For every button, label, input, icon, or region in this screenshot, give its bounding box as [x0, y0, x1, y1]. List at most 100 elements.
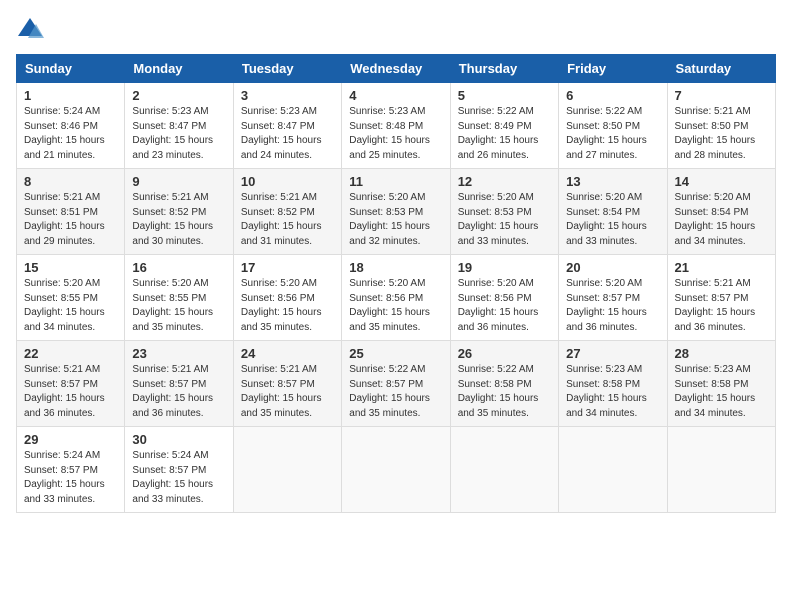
day-info: Sunrise: 5:20 AMSunset: 8:54 PMDaylight:…: [566, 191, 659, 249]
day-number: 3: [241, 88, 334, 103]
day-info: Sunrise: 5:21 AMSunset: 8:57 PMDaylight:…: [24, 363, 117, 421]
calendar-header-row: SundayMondayTuesdayWednesdayThursdayFrid…: [17, 55, 776, 83]
day-number: 5: [458, 88, 551, 103]
day-info: Sunrise: 5:20 AMSunset: 8:56 PMDaylight:…: [458, 277, 551, 335]
calendar-cell: 11 Sunrise: 5:20 AMSunset: 8:53 PMDayligh…: [342, 169, 450, 255]
day-number: 26: [458, 346, 551, 361]
day-number: 29: [24, 432, 117, 447]
day-info: Sunrise: 5:23 AMSunset: 8:47 PMDaylight:…: [132, 105, 225, 163]
day-info: Sunrise: 5:20 AMSunset: 8:57 PMDaylight:…: [566, 277, 659, 335]
logo-icon: [16, 16, 44, 44]
calendar-cell: 14 Sunrise: 5:20 AMSunset: 8:54 PMDayligh…: [667, 169, 775, 255]
calendar-cell: 16 Sunrise: 5:20 AMSunset: 8:55 PMDayligh…: [125, 255, 233, 341]
day-number: 15: [24, 260, 117, 275]
calendar-cell: 9 Sunrise: 5:21 AMSunset: 8:52 PMDaylight…: [125, 169, 233, 255]
calendar-cell: 17 Sunrise: 5:20 AMSunset: 8:56 PMDayligh…: [233, 255, 341, 341]
logo: [16, 16, 48, 44]
calendar-cell: 27 Sunrise: 5:23 AMSunset: 8:58 PMDayligh…: [559, 341, 667, 427]
day-info: Sunrise: 5:21 AMSunset: 8:51 PMDaylight:…: [24, 191, 117, 249]
calendar-cell: [450, 427, 558, 513]
day-info: Sunrise: 5:21 AMSunset: 8:57 PMDaylight:…: [675, 277, 768, 335]
day-number: 22: [24, 346, 117, 361]
day-info: Sunrise: 5:23 AMSunset: 8:58 PMDaylight:…: [675, 363, 768, 421]
day-info: Sunrise: 5:22 AMSunset: 8:49 PMDaylight:…: [458, 105, 551, 163]
day-info: Sunrise: 5:20 AMSunset: 8:56 PMDaylight:…: [349, 277, 442, 335]
day-number: 20: [566, 260, 659, 275]
calendar-week-row: 1 Sunrise: 5:24 AMSunset: 8:46 PMDaylight…: [17, 83, 776, 169]
day-number: 27: [566, 346, 659, 361]
day-number: 12: [458, 174, 551, 189]
calendar-cell: [559, 427, 667, 513]
calendar-table: SundayMondayTuesdayWednesdayThursdayFrid…: [16, 54, 776, 513]
calendar-cell: 4 Sunrise: 5:23 AMSunset: 8:48 PMDaylight…: [342, 83, 450, 169]
weekday-header-friday: Friday: [559, 55, 667, 83]
day-number: 4: [349, 88, 442, 103]
day-info: Sunrise: 5:20 AMSunset: 8:53 PMDaylight:…: [349, 191, 442, 249]
day-info: Sunrise: 5:23 AMSunset: 8:47 PMDaylight:…: [241, 105, 334, 163]
calendar-cell: 10Sunrise: 5:21 AMSunset: 8:52 PMDayligh…: [233, 169, 341, 255]
page-header: [16, 16, 776, 44]
calendar-cell: 15Sunrise: 5:20 AMSunset: 8:55 PMDayligh…: [17, 255, 125, 341]
day-info: Sunrise: 5:20 AMSunset: 8:56 PMDaylight:…: [241, 277, 334, 335]
calendar-week-row: 8 Sunrise: 5:21 AMSunset: 8:51 PMDaylight…: [17, 169, 776, 255]
day-info: Sunrise: 5:20 AMSunset: 8:54 PMDaylight:…: [675, 191, 768, 249]
day-number: 21: [675, 260, 768, 275]
day-info: Sunrise: 5:21 AMSunset: 8:50 PMDaylight:…: [675, 105, 768, 163]
calendar-cell: 25Sunrise: 5:22 AMSunset: 8:57 PMDayligh…: [342, 341, 450, 427]
calendar-cell: [667, 427, 775, 513]
weekday-header-saturday: Saturday: [667, 55, 775, 83]
day-number: 25: [349, 346, 442, 361]
calendar-cell: 6 Sunrise: 5:22 AMSunset: 8:50 PMDaylight…: [559, 83, 667, 169]
calendar-cell: 3 Sunrise: 5:23 AMSunset: 8:47 PMDaylight…: [233, 83, 341, 169]
calendar-cell: 7 Sunrise: 5:21 AMSunset: 8:50 PMDaylight…: [667, 83, 775, 169]
calendar-cell: 8 Sunrise: 5:21 AMSunset: 8:51 PMDaylight…: [17, 169, 125, 255]
day-info: Sunrise: 5:20 AMSunset: 8:55 PMDaylight:…: [132, 277, 225, 335]
weekday-header-sunday: Sunday: [17, 55, 125, 83]
calendar-cell: 13 Sunrise: 5:20 AMSunset: 8:54 PMDayligh…: [559, 169, 667, 255]
calendar-cell: [342, 427, 450, 513]
day-info: Sunrise: 5:20 AMSunset: 8:53 PMDaylight:…: [458, 191, 551, 249]
calendar-cell: 24Sunrise: 5:21 AMSunset: 8:57 PMDayligh…: [233, 341, 341, 427]
day-number: 19: [458, 260, 551, 275]
day-number: 11: [349, 174, 442, 189]
calendar-week-row: 29 Sunrise: 5:24 AMSunset: 8:57 PMDayligh…: [17, 427, 776, 513]
weekday-header-monday: Monday: [125, 55, 233, 83]
day-number: 17: [241, 260, 334, 275]
calendar-cell: 2 Sunrise: 5:23 AMSunset: 8:47 PMDaylight…: [125, 83, 233, 169]
calendar-cell: 30Sunrise: 5:24 AMSunset: 8:57 PMDayligh…: [125, 427, 233, 513]
weekday-header-tuesday: Tuesday: [233, 55, 341, 83]
calendar-cell: 23 Sunrise: 5:21 AMSunset: 8:57 PMDayligh…: [125, 341, 233, 427]
calendar-cell: 26Sunrise: 5:22 AMSunset: 8:58 PMDayligh…: [450, 341, 558, 427]
calendar-cell: 29 Sunrise: 5:24 AMSunset: 8:57 PMDayligh…: [17, 427, 125, 513]
day-number: 23: [132, 346, 225, 361]
day-number: 7: [675, 88, 768, 103]
day-info: Sunrise: 5:23 AMSunset: 8:48 PMDaylight:…: [349, 105, 442, 163]
day-info: Sunrise: 5:23 AMSunset: 8:58 PMDaylight:…: [566, 363, 659, 421]
day-info: Sunrise: 5:21 AMSunset: 8:52 PMDaylight:…: [132, 191, 225, 249]
weekday-header-thursday: Thursday: [450, 55, 558, 83]
day-info: Sunrise: 5:22 AMSunset: 8:50 PMDaylight:…: [566, 105, 659, 163]
day-info: Sunrise: 5:21 AMSunset: 8:57 PMDaylight:…: [132, 363, 225, 421]
day-number: 13: [566, 174, 659, 189]
calendar-cell: 20 Sunrise: 5:20 AMSunset: 8:57 PMDayligh…: [559, 255, 667, 341]
calendar-cell: 21 Sunrise: 5:21 AMSunset: 8:57 PMDayligh…: [667, 255, 775, 341]
day-info: Sunrise: 5:24 AMSunset: 8:46 PMDaylight:…: [24, 105, 117, 163]
calendar-cell: 18 Sunrise: 5:20 AMSunset: 8:56 PMDayligh…: [342, 255, 450, 341]
day-number: 6: [566, 88, 659, 103]
calendar-week-row: 22 Sunrise: 5:21 AMSunset: 8:57 PMDayligh…: [17, 341, 776, 427]
day-number: 10: [241, 174, 334, 189]
day-number: 18: [349, 260, 442, 275]
day-number: 1: [24, 88, 117, 103]
day-number: 2: [132, 88, 225, 103]
day-number: 16: [132, 260, 225, 275]
day-number: 14: [675, 174, 768, 189]
day-info: Sunrise: 5:24 AMSunset: 8:57 PMDaylight:…: [24, 449, 117, 507]
calendar-week-row: 15 Sunrise: 5:20 AMSunset: 8:55 PMDayligh…: [17, 255, 776, 341]
calendar-cell: 22 Sunrise: 5:21 AMSunset: 8:57 PMDayligh…: [17, 341, 125, 427]
calendar-cell: 28Sunrise: 5:23 AMSunset: 8:58 PMDayligh…: [667, 341, 775, 427]
day-info: Sunrise: 5:24 AMSunset: 8:57 PMDaylight:…: [132, 449, 225, 507]
day-info: Sunrise: 5:21 AMSunset: 8:57 PMDaylight:…: [241, 363, 334, 421]
calendar-cell: 5 Sunrise: 5:22 AMSunset: 8:49 PMDaylight…: [450, 83, 558, 169]
day-number: 9: [132, 174, 225, 189]
day-number: 8: [24, 174, 117, 189]
